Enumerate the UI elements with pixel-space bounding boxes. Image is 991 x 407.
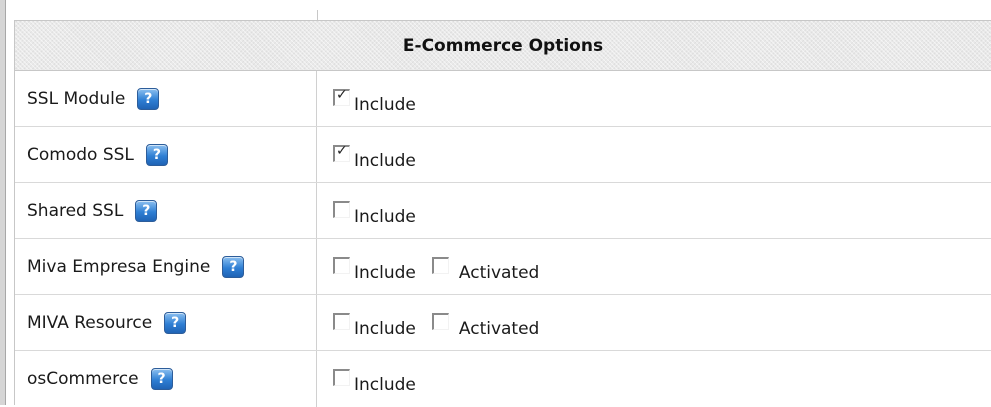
help-question-icon[interactable]: ? [164, 311, 187, 334]
activated-checkbox[interactable] [431, 312, 449, 330]
include-label: Include [354, 262, 416, 283]
option-label: SSL Module [27, 88, 126, 109]
help-question-icon[interactable]: ? [222, 255, 245, 278]
include-label: Include [354, 318, 416, 339]
option-value-cell: ✓ Include [317, 127, 991, 182]
section-title: E-Commerce Options [402, 35, 604, 56]
include-checkbox[interactable]: ✓ [333, 86, 350, 106]
option-label-cell: Miva Empresa Engine ? [15, 239, 317, 294]
activated-label: Activated [458, 262, 540, 283]
help-question-icon[interactable]: ? [137, 87, 160, 110]
left-frame-bar [0, 0, 6, 405]
include-checkbox[interactable]: ✓ [333, 142, 350, 162]
include-label: Include [354, 150, 416, 171]
checkmark-icon: ✓ [336, 86, 348, 103]
option-label-cell: SSL Module ? [15, 71, 317, 126]
option-row-miva-empresa-engine: Miva Empresa Engine ? Include Activated [15, 239, 991, 295]
include-label: Include [354, 375, 416, 395]
option-value-cell: Include Activated [317, 239, 991, 294]
activated-checkbox[interactable] [431, 256, 449, 274]
include-checkbox[interactable] [333, 312, 350, 330]
include-label: Include [354, 94, 416, 115]
option-label: MIVA Resource [27, 312, 153, 333]
include-label: Include [354, 206, 416, 227]
option-row-comodo-ssl: Comodo SSL ? ✓ Include [15, 127, 991, 183]
option-row-miva-resource: MIVA Resource ? Include Activated [15, 295, 991, 351]
top-strip [14, 0, 991, 20]
option-label: Shared SSL [27, 200, 124, 221]
activated-label: Activated [458, 318, 540, 339]
column-divider-tick [317, 10, 318, 20]
option-label-cell: Shared SSL ? [15, 183, 317, 238]
option-label: osCommerce [27, 369, 139, 389]
option-value-cell: Include [317, 351, 991, 407]
option-label-cell: Comodo SSL ? [15, 127, 317, 182]
help-question-icon[interactable]: ? [145, 143, 168, 166]
help-question-icon[interactable]: ? [135, 199, 158, 222]
ecommerce-options-panel: E-Commerce Options SSL Module ? ✓ Includ… [14, 20, 991, 407]
option-value-cell: Include [317, 183, 991, 238]
checkmark-icon: ✓ [336, 142, 348, 159]
option-label-cell: osCommerce ? [15, 351, 317, 407]
option-label: Miva Empresa Engine [27, 256, 211, 277]
option-value-cell: ✓ Include [317, 71, 991, 126]
option-row-shared-ssl: Shared SSL ? Include [15, 183, 991, 239]
option-label-cell: MIVA Resource ? [15, 295, 317, 350]
include-checkbox[interactable] [333, 200, 350, 218]
include-checkbox[interactable] [333, 369, 350, 386]
section-header: E-Commerce Options [15, 21, 991, 71]
option-label: Comodo SSL [27, 144, 134, 165]
option-row-ssl-module: SSL Module ? ✓ Include [15, 71, 991, 127]
help-question-icon[interactable]: ? [150, 368, 173, 390]
option-row-oscommerce: osCommerce ? Include [15, 351, 991, 407]
include-checkbox[interactable] [333, 256, 350, 274]
option-value-cell: Include Activated [317, 295, 991, 350]
